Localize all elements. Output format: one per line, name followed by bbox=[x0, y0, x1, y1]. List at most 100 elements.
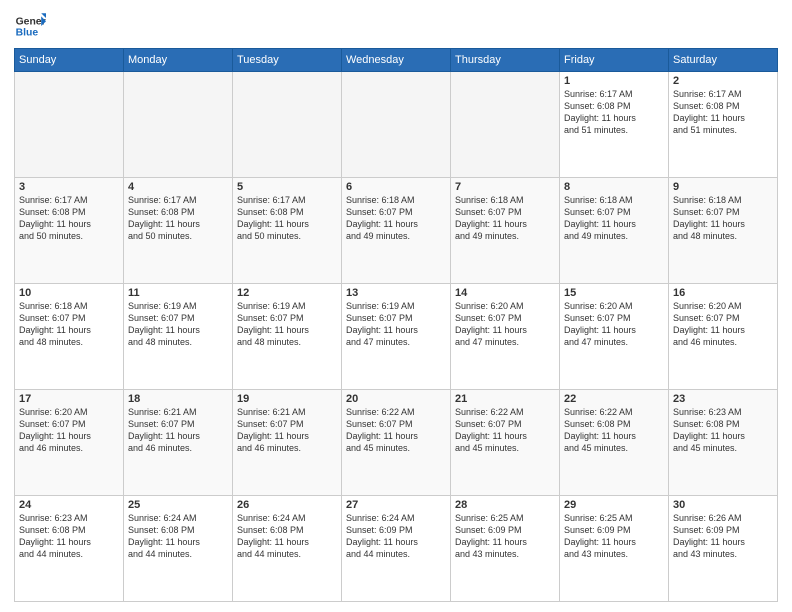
calendar-cell: 29Sunrise: 6:25 AM Sunset: 6:09 PM Dayli… bbox=[560, 496, 669, 602]
day-info: Sunrise: 6:24 AM Sunset: 6:09 PM Dayligh… bbox=[346, 512, 446, 561]
day-number: 21 bbox=[455, 393, 555, 405]
week-row-0: 1Sunrise: 6:17 AM Sunset: 6:08 PM Daylig… bbox=[15, 72, 778, 178]
calendar-cell: 4Sunrise: 6:17 AM Sunset: 6:08 PM Daylig… bbox=[124, 178, 233, 284]
day-info: Sunrise: 6:24 AM Sunset: 6:08 PM Dayligh… bbox=[237, 512, 337, 561]
weekday-thursday: Thursday bbox=[451, 49, 560, 72]
calendar-cell: 8Sunrise: 6:18 AM Sunset: 6:07 PM Daylig… bbox=[560, 178, 669, 284]
day-info: Sunrise: 6:22 AM Sunset: 6:07 PM Dayligh… bbox=[455, 406, 555, 455]
day-info: Sunrise: 6:17 AM Sunset: 6:08 PM Dayligh… bbox=[128, 194, 228, 243]
day-info: Sunrise: 6:18 AM Sunset: 6:07 PM Dayligh… bbox=[673, 194, 773, 243]
calendar-cell: 10Sunrise: 6:18 AM Sunset: 6:07 PM Dayli… bbox=[15, 284, 124, 390]
day-info: Sunrise: 6:23 AM Sunset: 6:08 PM Dayligh… bbox=[19, 512, 119, 561]
day-info: Sunrise: 6:19 AM Sunset: 6:07 PM Dayligh… bbox=[128, 300, 228, 349]
day-info: Sunrise: 6:19 AM Sunset: 6:07 PM Dayligh… bbox=[346, 300, 446, 349]
calendar-cell: 23Sunrise: 6:23 AM Sunset: 6:08 PM Dayli… bbox=[669, 390, 778, 496]
day-info: Sunrise: 6:18 AM Sunset: 6:07 PM Dayligh… bbox=[19, 300, 119, 349]
logo: General Blue bbox=[14, 10, 46, 42]
calendar-cell: 20Sunrise: 6:22 AM Sunset: 6:07 PM Dayli… bbox=[342, 390, 451, 496]
calendar-cell: 14Sunrise: 6:20 AM Sunset: 6:07 PM Dayli… bbox=[451, 284, 560, 390]
calendar-table: SundayMondayTuesdayWednesdayThursdayFrid… bbox=[14, 48, 778, 602]
calendar-cell: 6Sunrise: 6:18 AM Sunset: 6:07 PM Daylig… bbox=[342, 178, 451, 284]
day-number: 29 bbox=[564, 499, 664, 511]
day-number: 15 bbox=[564, 287, 664, 299]
day-info: Sunrise: 6:17 AM Sunset: 6:08 PM Dayligh… bbox=[19, 194, 119, 243]
day-info: Sunrise: 6:21 AM Sunset: 6:07 PM Dayligh… bbox=[128, 406, 228, 455]
day-info: Sunrise: 6:25 AM Sunset: 6:09 PM Dayligh… bbox=[564, 512, 664, 561]
day-info: Sunrise: 6:22 AM Sunset: 6:08 PM Dayligh… bbox=[564, 406, 664, 455]
day-number: 27 bbox=[346, 499, 446, 511]
day-info: Sunrise: 6:19 AM Sunset: 6:07 PM Dayligh… bbox=[237, 300, 337, 349]
week-row-2: 10Sunrise: 6:18 AM Sunset: 6:07 PM Dayli… bbox=[15, 284, 778, 390]
day-number: 20 bbox=[346, 393, 446, 405]
weekday-wednesday: Wednesday bbox=[342, 49, 451, 72]
weekday-header-row: SundayMondayTuesdayWednesdayThursdayFrid… bbox=[15, 49, 778, 72]
calendar-cell: 11Sunrise: 6:19 AM Sunset: 6:07 PM Dayli… bbox=[124, 284, 233, 390]
day-number: 10 bbox=[19, 287, 119, 299]
day-number: 6 bbox=[346, 181, 446, 193]
day-info: Sunrise: 6:23 AM Sunset: 6:08 PM Dayligh… bbox=[673, 406, 773, 455]
weekday-monday: Monday bbox=[124, 49, 233, 72]
day-number: 9 bbox=[673, 181, 773, 193]
calendar-cell bbox=[451, 72, 560, 178]
calendar-cell bbox=[15, 72, 124, 178]
day-number: 28 bbox=[455, 499, 555, 511]
day-info: Sunrise: 6:20 AM Sunset: 6:07 PM Dayligh… bbox=[564, 300, 664, 349]
calendar-cell: 19Sunrise: 6:21 AM Sunset: 6:07 PM Dayli… bbox=[233, 390, 342, 496]
day-info: Sunrise: 6:21 AM Sunset: 6:07 PM Dayligh… bbox=[237, 406, 337, 455]
day-number: 13 bbox=[346, 287, 446, 299]
day-number: 8 bbox=[564, 181, 664, 193]
page: General Blue SundayMondayTuesdayWednesda… bbox=[0, 0, 792, 612]
calendar-cell: 15Sunrise: 6:20 AM Sunset: 6:07 PM Dayli… bbox=[560, 284, 669, 390]
day-info: Sunrise: 6:17 AM Sunset: 6:08 PM Dayligh… bbox=[564, 88, 664, 137]
calendar-cell: 1Sunrise: 6:17 AM Sunset: 6:08 PM Daylig… bbox=[560, 72, 669, 178]
week-row-3: 17Sunrise: 6:20 AM Sunset: 6:07 PM Dayli… bbox=[15, 390, 778, 496]
svg-text:Blue: Blue bbox=[16, 28, 39, 39]
day-info: Sunrise: 6:18 AM Sunset: 6:07 PM Dayligh… bbox=[346, 194, 446, 243]
calendar-cell: 18Sunrise: 6:21 AM Sunset: 6:07 PM Dayli… bbox=[124, 390, 233, 496]
day-number: 24 bbox=[19, 499, 119, 511]
weekday-tuesday: Tuesday bbox=[233, 49, 342, 72]
week-row-4: 24Sunrise: 6:23 AM Sunset: 6:08 PM Dayli… bbox=[15, 496, 778, 602]
calendar-cell bbox=[124, 72, 233, 178]
day-number: 23 bbox=[673, 393, 773, 405]
day-number: 25 bbox=[128, 499, 228, 511]
calendar-cell: 27Sunrise: 6:24 AM Sunset: 6:09 PM Dayli… bbox=[342, 496, 451, 602]
day-info: Sunrise: 6:25 AM Sunset: 6:09 PM Dayligh… bbox=[455, 512, 555, 561]
day-number: 16 bbox=[673, 287, 773, 299]
header: General Blue bbox=[14, 10, 778, 42]
weekday-saturday: Saturday bbox=[669, 49, 778, 72]
calendar-cell: 16Sunrise: 6:20 AM Sunset: 6:07 PM Dayli… bbox=[669, 284, 778, 390]
logo-icon: General Blue bbox=[14, 10, 46, 42]
day-number: 22 bbox=[564, 393, 664, 405]
day-info: Sunrise: 6:24 AM Sunset: 6:08 PM Dayligh… bbox=[128, 512, 228, 561]
day-number: 2 bbox=[673, 75, 773, 87]
day-info: Sunrise: 6:20 AM Sunset: 6:07 PM Dayligh… bbox=[455, 300, 555, 349]
calendar-cell bbox=[233, 72, 342, 178]
day-number: 17 bbox=[19, 393, 119, 405]
week-row-1: 3Sunrise: 6:17 AM Sunset: 6:08 PM Daylig… bbox=[15, 178, 778, 284]
calendar-cell: 25Sunrise: 6:24 AM Sunset: 6:08 PM Dayli… bbox=[124, 496, 233, 602]
day-number: 30 bbox=[673, 499, 773, 511]
calendar-cell: 30Sunrise: 6:26 AM Sunset: 6:09 PM Dayli… bbox=[669, 496, 778, 602]
day-info: Sunrise: 6:17 AM Sunset: 6:08 PM Dayligh… bbox=[673, 88, 773, 137]
calendar-cell: 2Sunrise: 6:17 AM Sunset: 6:08 PM Daylig… bbox=[669, 72, 778, 178]
day-info: Sunrise: 6:18 AM Sunset: 6:07 PM Dayligh… bbox=[564, 194, 664, 243]
day-info: Sunrise: 6:22 AM Sunset: 6:07 PM Dayligh… bbox=[346, 406, 446, 455]
calendar-cell: 21Sunrise: 6:22 AM Sunset: 6:07 PM Dayli… bbox=[451, 390, 560, 496]
day-number: 4 bbox=[128, 181, 228, 193]
calendar-cell: 17Sunrise: 6:20 AM Sunset: 6:07 PM Dayli… bbox=[15, 390, 124, 496]
day-info: Sunrise: 6:17 AM Sunset: 6:08 PM Dayligh… bbox=[237, 194, 337, 243]
calendar-cell: 22Sunrise: 6:22 AM Sunset: 6:08 PM Dayli… bbox=[560, 390, 669, 496]
calendar-cell: 26Sunrise: 6:24 AM Sunset: 6:08 PM Dayli… bbox=[233, 496, 342, 602]
day-number: 11 bbox=[128, 287, 228, 299]
weekday-friday: Friday bbox=[560, 49, 669, 72]
day-info: Sunrise: 6:20 AM Sunset: 6:07 PM Dayligh… bbox=[19, 406, 119, 455]
calendar-cell: 3Sunrise: 6:17 AM Sunset: 6:08 PM Daylig… bbox=[15, 178, 124, 284]
day-number: 19 bbox=[237, 393, 337, 405]
calendar-cell: 9Sunrise: 6:18 AM Sunset: 6:07 PM Daylig… bbox=[669, 178, 778, 284]
day-number: 12 bbox=[237, 287, 337, 299]
day-number: 26 bbox=[237, 499, 337, 511]
weekday-sunday: Sunday bbox=[15, 49, 124, 72]
calendar-cell: 28Sunrise: 6:25 AM Sunset: 6:09 PM Dayli… bbox=[451, 496, 560, 602]
day-number: 14 bbox=[455, 287, 555, 299]
